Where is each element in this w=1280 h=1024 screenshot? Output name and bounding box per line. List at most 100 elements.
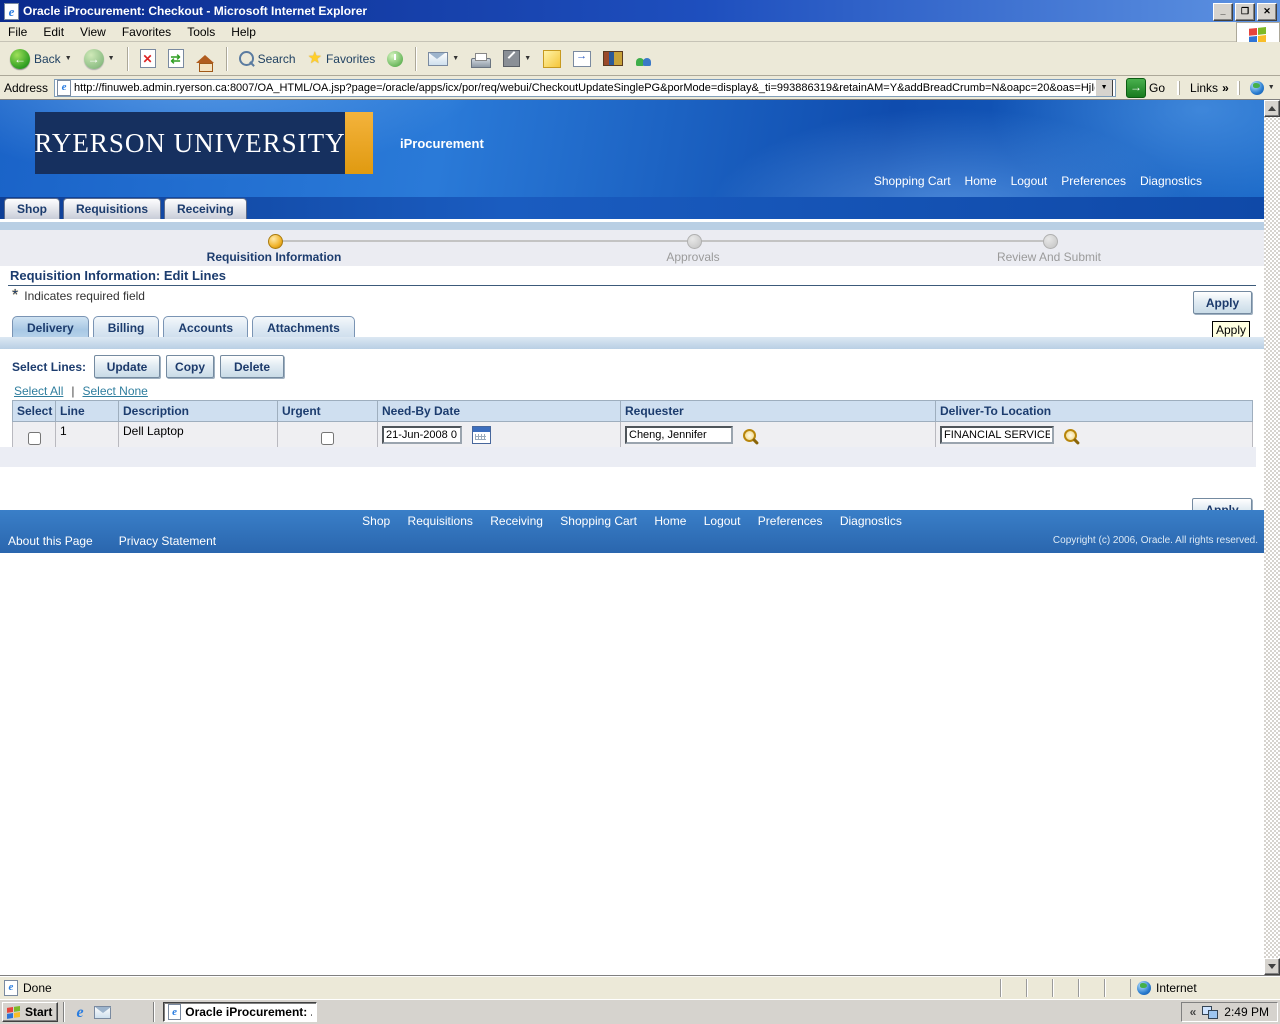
apply-button-top[interactable]: Apply [1193,291,1252,314]
global-nav-logout[interactable]: Logout [1011,174,1048,188]
minimize-button[interactable]: _ [1213,3,1233,21]
tab-receiving[interactable]: Receiving [164,198,247,219]
global-nav-preferences[interactable]: Preferences [1061,174,1126,188]
need-by-date-input[interactable] [382,426,462,444]
about-this-page-link[interactable]: About this Page [8,534,93,548]
stop-button[interactable]: ✕ [136,47,160,70]
go-label: Go [1149,81,1165,95]
links-menu[interactable]: Links » [1179,81,1229,95]
deliver-to-lov-icon[interactable] [1064,429,1077,442]
window-title: Oracle iProcurement: Checkout - Microsof… [23,4,367,18]
network-tray-icon[interactable] [1202,1006,1218,1018]
window-titlebar[interactable]: e Oracle iProcurement: Checkout - Micros… [0,0,1280,22]
edit-button[interactable]: ▼ [499,48,535,69]
favorites-button[interactable]: ★ Favorites [304,50,380,68]
history-icon [387,51,403,67]
menu-file[interactable]: File [0,23,35,41]
tab-requisitions[interactable]: Requisitions [63,198,161,219]
vertical-scrollbar[interactable] [1264,100,1280,975]
subtab-attachments[interactable]: Attachments [252,316,355,338]
ryerson-gold-bar [345,112,373,174]
footer-nav-shopping-cart[interactable]: Shopping Cart [560,514,637,528]
scroll-up-button[interactable] [1264,100,1280,117]
back-button[interactable]: ← Back ▼ [6,47,76,71]
global-nav-shopping-cart[interactable]: Shopping Cart [874,174,951,188]
subtab-accounts[interactable]: Accounts [163,316,248,338]
copy-button[interactable]: Copy [166,355,214,378]
print-button[interactable] [467,48,495,70]
status-pane [1000,979,1026,997]
sticky-note-icon [543,50,561,68]
calendar-icon[interactable] [472,426,491,444]
go-button[interactable]: → Go [1122,77,1169,99]
requester-lov-icon[interactable] [743,429,756,442]
progress-train: Requisition Information Approvals Review… [0,230,1264,266]
global-nav-home[interactable]: Home [965,174,997,188]
train-step-requisition-information: Requisition Information [207,250,342,264]
status-pane [1052,979,1078,997]
taskbar-window-button[interactable]: e Oracle iProcurement: ... [163,1002,317,1022]
train-step-active-icon [268,234,283,249]
search-button[interactable]: Search [235,49,300,68]
select-all-link[interactable]: Select All [14,384,63,398]
footer-nav-shop[interactable]: Shop [362,514,390,528]
menu-favorites[interactable]: Favorites [114,23,179,41]
history-button[interactable] [383,49,407,69]
menu-view[interactable]: View [72,23,114,41]
mail-dropdown-icon[interactable]: ▼ [452,55,459,62]
global-nav-diagnostics[interactable]: Diagnostics [1140,174,1202,188]
forward-dropdown-icon[interactable]: ▼ [108,55,115,62]
scroll-down-button[interactable] [1264,958,1280,975]
footer-nav-preferences[interactable]: Preferences [758,514,823,528]
extension-dropdown-icon[interactable]: ▼ [1268,84,1275,91]
footer-nav-diagnostics[interactable]: Diagnostics [840,514,902,528]
footer-nav-logout[interactable]: Logout [704,514,741,528]
mail-button[interactable]: ▼ [424,50,463,68]
back-dropdown-icon[interactable]: ▼ [65,55,72,62]
home-icon [196,55,214,63]
select-none-link[interactable]: Select None [82,384,147,398]
ryerson-logo-text: RYERSON UNIVERSITY [34,128,345,159]
delete-button[interactable]: Delete [220,355,284,378]
privacy-statement-link[interactable]: Privacy Statement [119,534,216,548]
address-dropdown-icon[interactable]: ▼ [1095,79,1113,97]
subtab-billing[interactable]: Billing [93,316,160,338]
messenger-button[interactable] [631,50,657,68]
toolbar-separator [226,47,227,71]
urgent-checkbox[interactable] [321,432,334,445]
deliver-to-location-input[interactable] [940,426,1054,444]
tab-shop[interactable]: Shop [4,198,60,219]
translate-button[interactable] [569,49,595,69]
menu-tools[interactable]: Tools [179,23,223,41]
required-field-note: *Indicates required field [12,289,145,303]
quicklaunch-mail-icon[interactable] [93,1003,111,1021]
update-button[interactable]: Update [94,355,160,378]
footer-nav-receiving[interactable]: Receiving [490,514,543,528]
edit-dropdown-icon[interactable]: ▼ [524,55,531,62]
footer-nav-requisitions[interactable]: Requisitions [408,514,473,528]
discuss-button[interactable] [539,48,565,70]
forward-button[interactable]: → ▼ [80,47,119,71]
quicklaunch-ie-icon[interactable]: e [71,1003,89,1021]
system-tray: « 2:49 PM [1181,1002,1278,1022]
home-button[interactable] [192,53,218,65]
status-pane [1078,979,1104,997]
research-button[interactable] [599,49,627,68]
address-url[interactable]: http://finuweb.admin.ryerson.ca:8007/OA_… [74,82,1095,94]
select-line-checkbox[interactable] [28,432,41,445]
close-button[interactable]: ✕ [1257,3,1277,21]
select-lines-label: Select Lines: [12,360,86,374]
refresh-button[interactable]: ⇄ [164,47,188,70]
browser-extension-button[interactable]: ▼ [1239,81,1275,95]
train-step-approvals: Approvals [666,250,719,264]
restore-button[interactable]: ❐ [1235,3,1255,21]
start-button[interactable]: Start [2,1002,58,1022]
requester-input[interactable] [625,426,733,444]
subtab-delivery[interactable]: Delivery [12,316,89,338]
menu-help[interactable]: Help [223,23,264,41]
footer-nav-home[interactable]: Home [654,514,686,528]
train-step-icon [1043,234,1058,249]
menu-edit[interactable]: Edit [35,23,72,41]
tray-chevron-icon[interactable]: « [1190,1005,1197,1019]
address-input[interactable]: e http://finuweb.admin.ryerson.ca:8007/O… [54,79,1116,97]
